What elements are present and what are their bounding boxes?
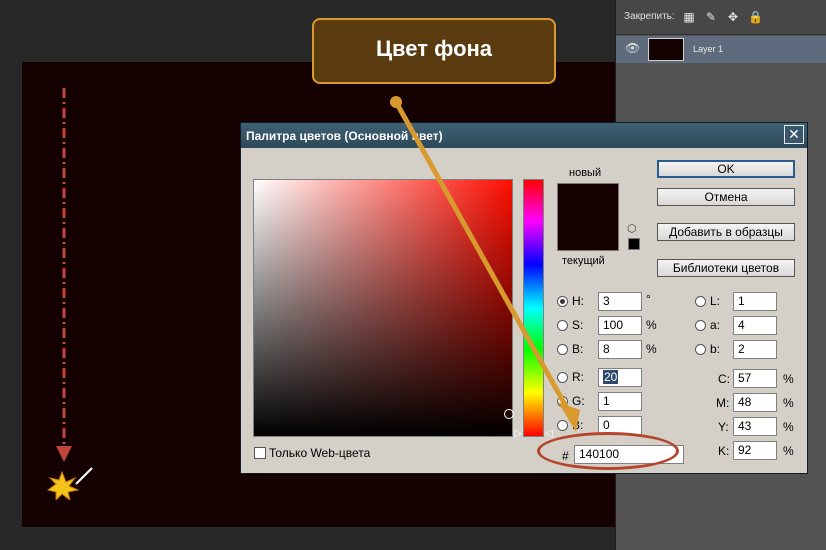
layer-thumbnail	[648, 38, 684, 61]
l-label: L:	[710, 294, 721, 308]
m-field[interactable]: 48	[733, 393, 777, 412]
k-unit: %	[783, 444, 794, 458]
websafe-label: Только Web-цвета	[269, 446, 371, 460]
k-label: K:	[718, 444, 730, 458]
a-label: a:	[710, 318, 721, 332]
eye-icon[interactable]: 👁	[625, 41, 640, 55]
lab-b-label: b:	[710, 342, 721, 356]
s-unit: %	[646, 318, 657, 332]
g-field[interactable]: 1	[598, 392, 642, 411]
m-unit: %	[783, 396, 794, 410]
layer-name: Layer 1	[693, 44, 724, 54]
c-field[interactable]: 57	[733, 369, 777, 388]
r-value: 20	[603, 370, 619, 384]
h-unit: °	[646, 292, 651, 306]
layer-row[interactable]: 👁 Layer 1	[616, 36, 826, 63]
guide-arrow	[46, 88, 93, 500]
close-icon[interactable]: ✕	[784, 125, 804, 144]
c-label: C:	[718, 372, 730, 386]
y-unit: %	[783, 420, 794, 434]
websafe-swatch[interactable]	[628, 238, 640, 250]
cancel-button[interactable]: Отмена	[657, 188, 795, 206]
move-icon[interactable]: ✥	[726, 10, 740, 24]
y-label: Y:	[718, 420, 729, 434]
b-unit: %	[646, 342, 657, 356]
add-to-swatches-button[interactable]: Добавить в образцы	[657, 223, 795, 241]
b-field[interactable]: 8	[598, 340, 642, 359]
l-radio[interactable]	[695, 296, 706, 307]
color-libraries-button[interactable]: Библиотеки цветов	[657, 259, 795, 277]
k-field[interactable]: 92	[733, 441, 777, 460]
c-unit: %	[783, 372, 794, 386]
checker-icon[interactable]: ▦	[682, 10, 696, 24]
callout-arrow	[390, 96, 580, 432]
callout-text: Цвет фона	[375, 36, 493, 61]
a-field[interactable]: 4	[733, 316, 777, 335]
cube-icon[interactable]: ⬡	[627, 222, 637, 235]
ok-button[interactable]: OK	[657, 160, 795, 178]
websafe-checkbox[interactable]	[254, 447, 266, 459]
m-label: M:	[716, 396, 730, 410]
r-field[interactable]: 20	[598, 368, 642, 387]
lab-b-radio[interactable]	[695, 344, 706, 355]
l-field[interactable]: 1	[733, 292, 777, 311]
brush-icon[interactable]: ✎	[704, 10, 718, 24]
lab-b-field[interactable]: 2	[733, 340, 777, 359]
callout-box: Цвет фона	[312, 18, 556, 84]
a-radio[interactable]	[695, 320, 706, 331]
s-field[interactable]: 100	[598, 316, 642, 335]
h-field[interactable]: 3	[598, 292, 642, 311]
lock-label: Закрепить:	[624, 11, 675, 22]
lock-icon[interactable]: 🔒	[748, 10, 763, 24]
y-field[interactable]: 43	[733, 417, 777, 436]
lock-bar: Закрепить: ▦ ✎ ✥ 🔒	[616, 0, 826, 35]
